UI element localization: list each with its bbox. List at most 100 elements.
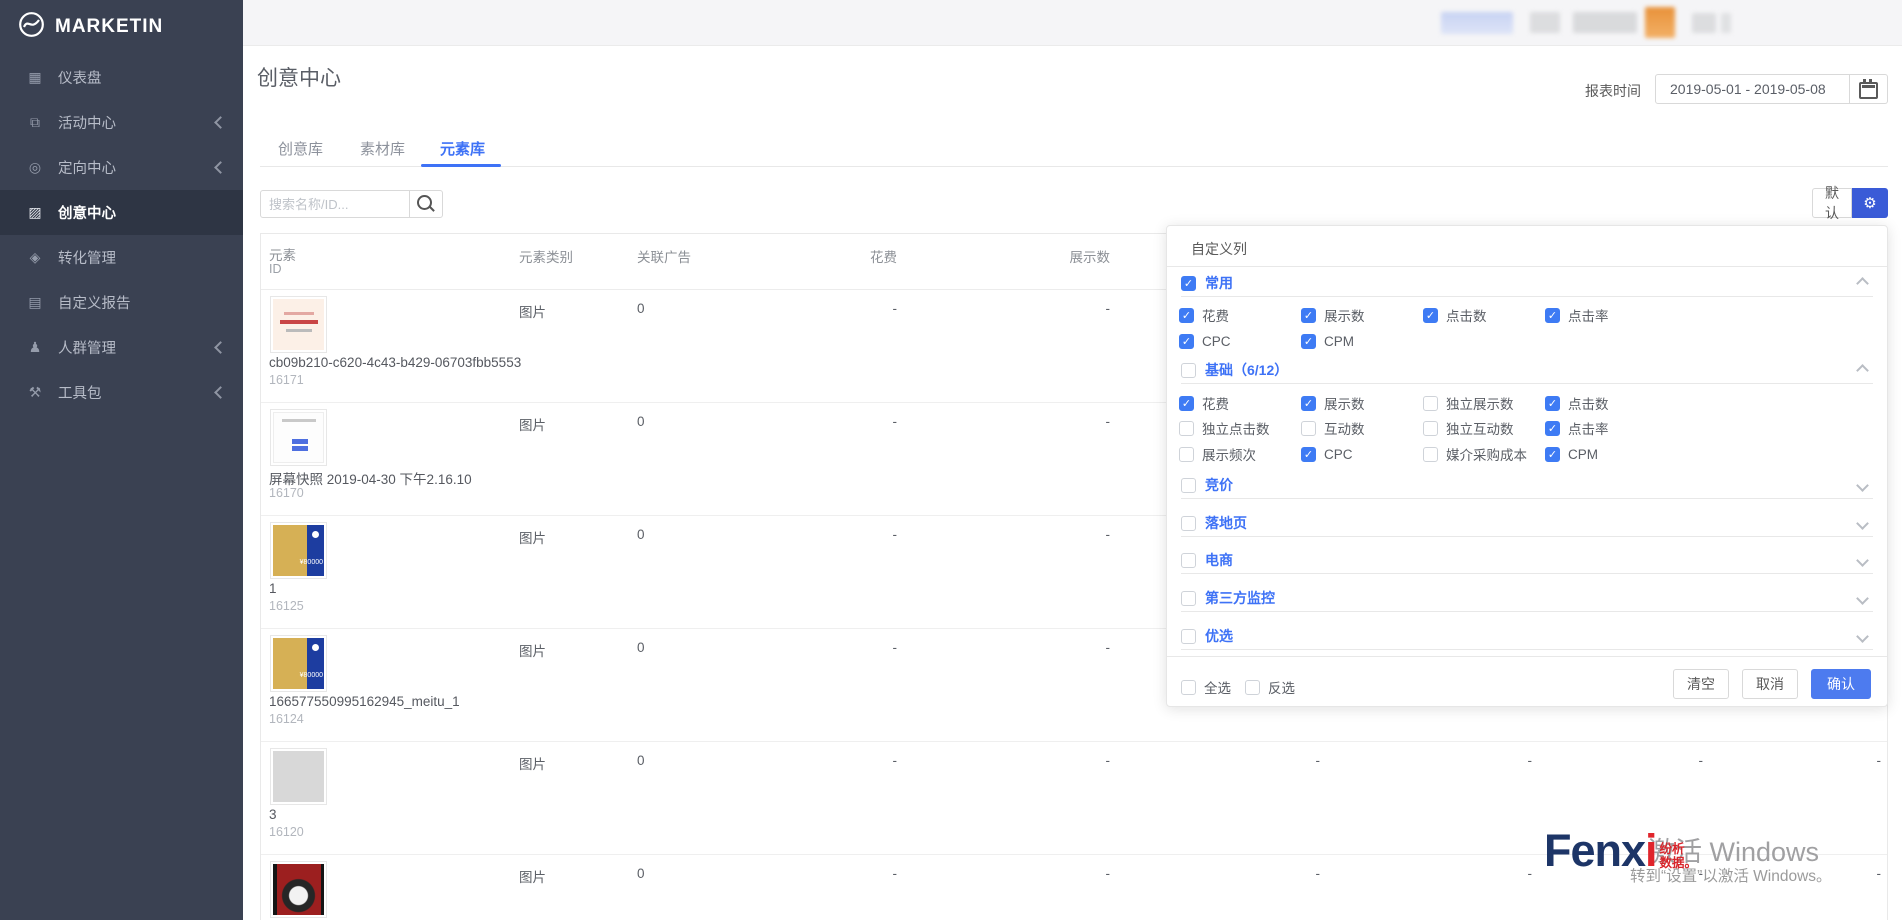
column-option[interactable]: 展示数	[1301, 392, 1365, 414]
col-header-element: 元素	[269, 244, 296, 264]
chevron-up-icon[interactable]	[1856, 277, 1869, 290]
logo: MARKETIN	[0, 0, 243, 43]
element-name: 1	[269, 581, 277, 596]
logo-text: MARKETIN	[55, 16, 163, 38]
date-range-group	[1655, 74, 1888, 104]
select-all-option[interactable]: 全选	[1181, 677, 1231, 697]
group-checkbox[interactable]	[1181, 478, 1196, 493]
report-time-label: 报表时间	[1585, 81, 1641, 101]
group-preferred[interactable]: 优选	[1181, 623, 1873, 649]
customize-columns-panel: 自定义列 常用 花费 展示数 点击数 点击率 CPC CPM 基础（6/12） …	[1166, 225, 1888, 707]
group-common[interactable]: 常用	[1181, 270, 1873, 296]
col-header-id: ID	[269, 262, 282, 276]
chevron-left-icon	[214, 161, 227, 174]
default-preset-button[interactable]: 默认	[1812, 188, 1852, 218]
group-bidding[interactable]: 竞价	[1181, 472, 1873, 498]
divider	[1181, 536, 1873, 537]
search-button[interactable]	[409, 190, 443, 218]
group-checkbox[interactable]	[1181, 276, 1196, 291]
calendar-button[interactable]	[1850, 74, 1888, 104]
column-option[interactable]: 独立展示数	[1423, 392, 1514, 414]
divider	[1181, 649, 1873, 650]
element-name: cb09b210-c620-4c43-b429-06703fbb5553	[269, 355, 521, 370]
tab-creative-library[interactable]: 创意库	[278, 138, 323, 159]
sidebar-item-campaign-center[interactable]: 活动中心	[0, 100, 243, 145]
calendar-icon	[1859, 82, 1878, 99]
column-option[interactable]: 花费	[1179, 304, 1229, 326]
cancel-button[interactable]: 取消	[1742, 669, 1798, 699]
column-option[interactable]: 互动数	[1301, 417, 1365, 439]
audience-icon	[26, 340, 44, 356]
confirm-button[interactable]: 确认	[1811, 669, 1871, 699]
divider	[1181, 498, 1873, 499]
column-option[interactable]: CPM	[1301, 330, 1354, 352]
group-basic[interactable]: 基础（6/12）	[1181, 357, 1873, 383]
tab-material-library[interactable]: 素材库	[360, 138, 405, 159]
element-thumbnail	[270, 635, 327, 692]
element-thumbnail	[270, 296, 327, 353]
dashboard-grid-icon	[26, 70, 44, 86]
censored-text-block	[1721, 13, 1731, 33]
chevron-down-icon[interactable]	[1856, 554, 1869, 567]
chevron-down-icon[interactable]	[1856, 630, 1869, 643]
column-option[interactable]: 点击率	[1545, 417, 1609, 439]
invert-selection-checkbox[interactable]	[1245, 680, 1260, 695]
chevron-up-icon[interactable]	[1856, 364, 1869, 377]
group-checkbox[interactable]	[1181, 516, 1196, 531]
search-input[interactable]	[260, 190, 410, 218]
chevron-down-icon[interactable]	[1856, 592, 1869, 605]
tab-element-library[interactable]: 元素库	[440, 138, 485, 159]
conversion-icon	[26, 250, 44, 266]
customize-columns-button[interactable]	[1852, 188, 1888, 218]
sidebar-nav: 仪表盘 活动中心 定向中心 创意中心 转化管理 自定义报告 人群管理	[0, 55, 243, 415]
group-checkbox[interactable]	[1181, 591, 1196, 606]
logo-icon	[18, 11, 45, 43]
date-range-input[interactable]	[1655, 74, 1850, 104]
column-option[interactable]: 点击率	[1545, 304, 1609, 326]
censored-account-badge	[1441, 12, 1513, 34]
select-all-checkbox[interactable]	[1181, 680, 1196, 695]
group-third-party-monitoring[interactable]: 第三方监控	[1181, 585, 1873, 611]
column-option[interactable]: 独立点击数	[1179, 417, 1270, 439]
clear-button[interactable]: 清空	[1673, 669, 1729, 699]
col-header-cost: 花费	[870, 246, 897, 266]
search-icon	[417, 195, 432, 210]
sidebar-item-targeting-center[interactable]: 定向中心	[0, 145, 243, 190]
creative-icon	[26, 205, 44, 221]
censored-text-block	[1573, 12, 1637, 33]
group-checkbox[interactable]	[1181, 553, 1196, 568]
sidebar-item-conversion[interactable]: 转化管理	[0, 235, 243, 280]
column-option[interactable]: CPM	[1545, 443, 1598, 465]
sidebar-item-toolkit[interactable]: 工具包	[0, 370, 243, 415]
sidebar-item-dashboard[interactable]: 仪表盘	[0, 55, 243, 100]
divider	[1167, 266, 1887, 267]
column-option[interactable]: 点击数	[1423, 304, 1487, 326]
group-checkbox[interactable]	[1181, 629, 1196, 644]
column-option[interactable]: CPC	[1301, 443, 1353, 465]
element-id: 16170	[269, 486, 304, 500]
sidebar-item-creative-center[interactable]: 创意中心	[0, 190, 243, 235]
element-name: 166577550995162945_meitu_1	[269, 694, 460, 709]
column-option[interactable]: 花费	[1179, 392, 1229, 414]
invert-selection-option[interactable]: 反选	[1245, 677, 1295, 697]
targeting-icon	[26, 160, 44, 176]
column-option[interactable]: 展示频次	[1179, 443, 1256, 465]
column-option[interactable]: CPC	[1179, 330, 1231, 352]
sidebar-item-audience[interactable]: 人群管理	[0, 325, 243, 370]
group-checkbox[interactable]	[1181, 363, 1196, 378]
sidebar-item-custom-report[interactable]: 自定义报告	[0, 280, 243, 325]
chevron-down-icon[interactable]	[1856, 479, 1869, 492]
element-name: 屏幕快照 2019-04-30 下午2.16.10	[269, 468, 472, 488]
column-option[interactable]: 独立互动数	[1423, 417, 1514, 439]
group-ecommerce[interactable]: 电商	[1181, 547, 1873, 573]
censored-avatar	[1645, 7, 1675, 38]
group-landing-page[interactable]: 落地页	[1181, 510, 1873, 536]
divider	[1181, 573, 1873, 574]
column-option[interactable]: 媒介采购成本	[1423, 443, 1527, 465]
column-option[interactable]: 点击数	[1545, 392, 1609, 414]
fenxi-logo: Fenxi 纷析数据。	[1544, 826, 1697, 876]
gear-icon	[1863, 194, 1876, 212]
chevron-left-icon	[214, 386, 227, 399]
chevron-down-icon[interactable]	[1856, 517, 1869, 530]
column-option[interactable]: 展示数	[1301, 304, 1365, 326]
